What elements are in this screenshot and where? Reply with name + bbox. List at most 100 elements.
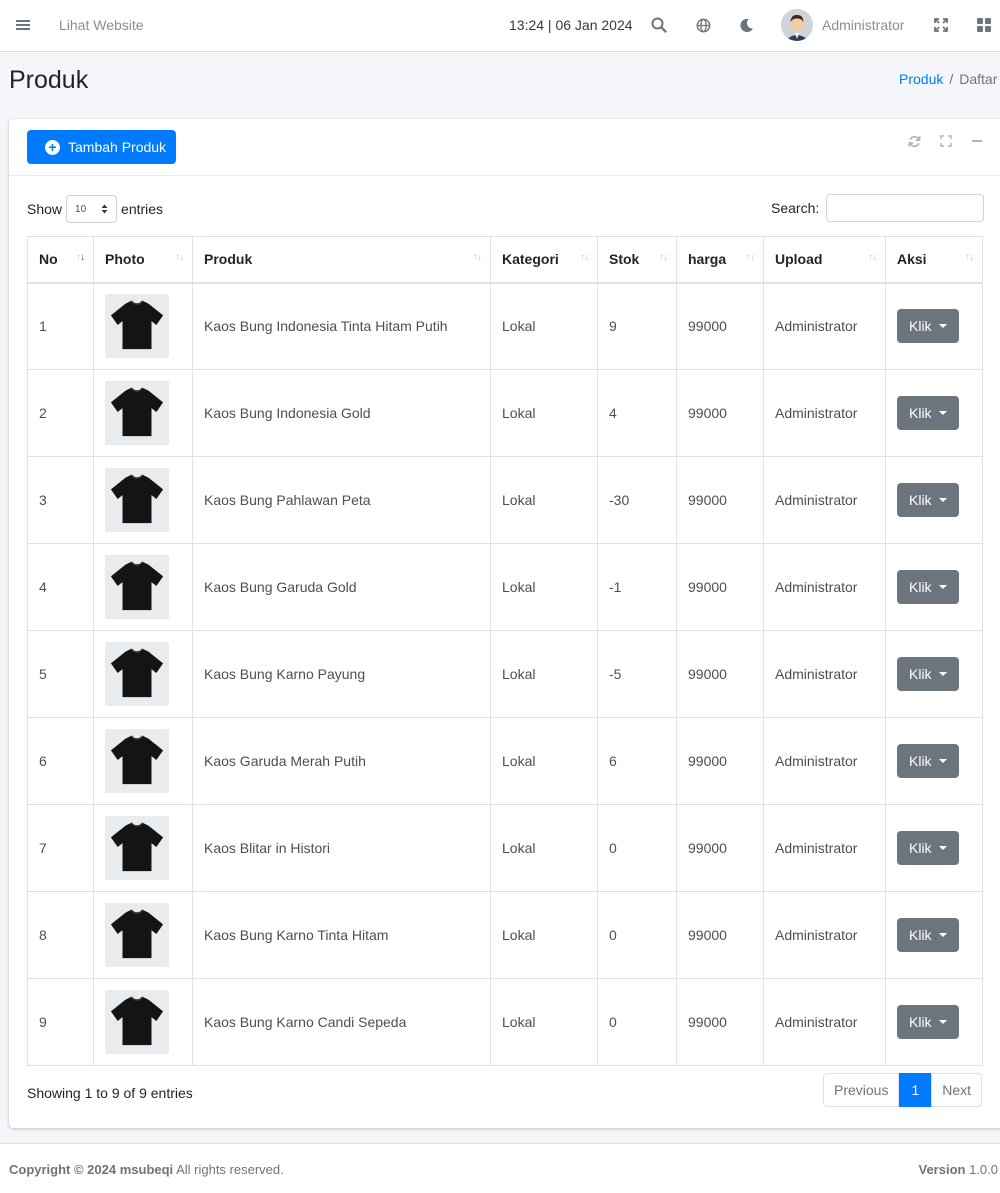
- row-uploader: Administrator: [763, 891, 886, 979]
- row-photo: [93, 282, 193, 370]
- row-uploader: Administrator: [763, 804, 886, 892]
- row-uploader: Administrator: [763, 456, 886, 544]
- column-header-harga[interactable]: harga ↑↓: [676, 236, 764, 284]
- avatar[interactable]: [781, 9, 813, 41]
- table-header-row: No ↑↓ Photo ↑↓ Produk ↑↓ Kategori ↑↓ Stok ↑↓ …: [27, 236, 983, 284]
- search-icon[interactable]: [649, 14, 669, 36]
- action-dropdown-button[interactable]: Klik: [897, 744, 959, 778]
- row-uploader: Administrator: [763, 369, 886, 457]
- row-product-name: Kaos Bung Karno Payung: [192, 630, 491, 718]
- pagination-next[interactable]: Next: [931, 1073, 983, 1107]
- globe-icon[interactable]: [693, 14, 713, 36]
- sort-icon: ↑↓: [580, 252, 589, 263]
- row-product-name: Kaos Bung Indonesia Gold: [192, 369, 491, 457]
- row-stock: -30: [597, 456, 677, 544]
- moon-icon[interactable]: [736, 14, 756, 36]
- action-dropdown-button[interactable]: Klik: [897, 396, 959, 430]
- action-dropdown-button[interactable]: Klik: [897, 309, 959, 344]
- row-uploader: Administrator: [763, 630, 886, 718]
- row-action: Klik: [885, 978, 983, 1066]
- row-price: 99000: [676, 630, 764, 718]
- refresh-icon[interactable]: [906, 133, 922, 149]
- menu-icon[interactable]: [16, 18, 30, 32]
- row-no: 4: [27, 543, 94, 631]
- tshirt-icon: [108, 992, 166, 1053]
- tshirt-icon: [108, 470, 166, 531]
- row-product-name: Kaos Bung Indonesia Tinta Hitam Putih: [192, 282, 491, 370]
- row-no: 6: [27, 717, 94, 805]
- pagination-previous[interactable]: Previous: [823, 1073, 900, 1107]
- table-row: 6 Kaos Garuda Merah Putih Lokal 6 99000 Admin…: [27, 717, 983, 805]
- tshirt-icon: [108, 644, 166, 705]
- table-info: Showing 1 to 9 of 9 entries: [27, 1085, 193, 1101]
- row-stock: 9: [597, 282, 677, 370]
- action-dropdown-button[interactable]: Klik: [897, 483, 959, 517]
- action-dropdown-button[interactable]: Klik: [897, 570, 959, 604]
- copyright: Copyright © 2024 msubeqi All rights rese…: [9, 1162, 284, 1177]
- column-header-aksi[interactable]: Aksi ↑↓: [885, 236, 983, 284]
- product-card: + Tambah Produk Show 10 entries Search:: [9, 119, 1000, 1128]
- tshirt-icon: [108, 296, 166, 357]
- tshirt-icon: [108, 383, 166, 444]
- apps-grid-icon[interactable]: [974, 14, 994, 36]
- product-thumbnail: [105, 903, 169, 967]
- add-product-button[interactable]: + Tambah Produk: [27, 130, 176, 164]
- column-header-no[interactable]: No ↑↓: [27, 236, 94, 284]
- caret-down-icon: [938, 585, 947, 589]
- row-no: 9: [27, 978, 94, 1066]
- row-stock: 0: [597, 804, 677, 892]
- row-photo: [93, 804, 193, 892]
- row-photo: [93, 891, 193, 979]
- row-action: Klik: [885, 369, 983, 457]
- pagination-page-1[interactable]: 1: [899, 1073, 932, 1107]
- row-category: Lokal: [490, 978, 598, 1066]
- column-header-upload[interactable]: Upload ↑↓: [763, 236, 886, 284]
- product-thumbnail: [105, 381, 169, 445]
- row-no: 3: [27, 456, 94, 544]
- footer: Copyright © 2024 msubeqi All rights rese…: [0, 1143, 1000, 1193]
- page-length-select[interactable]: 10: [66, 195, 118, 223]
- column-header-stok[interactable]: Stok ↑↓: [597, 236, 677, 284]
- column-header-photo[interactable]: Photo ↑↓: [93, 236, 193, 284]
- user-name[interactable]: Administrator: [822, 17, 904, 33]
- row-uploader: Administrator: [763, 282, 886, 370]
- row-price: 99000: [676, 456, 764, 544]
- breadcrumb: Produk / Daftar: [899, 71, 997, 87]
- row-category: Lokal: [490, 630, 598, 718]
- breadcrumb-link-produk[interactable]: Produk: [899, 71, 943, 87]
- minimize-icon[interactable]: [969, 133, 985, 149]
- sort-icon: ↑↓: [868, 252, 877, 263]
- caret-down-icon: [938, 759, 947, 763]
- row-price: 99000: [676, 543, 764, 631]
- column-header-produk[interactable]: Produk ↑↓: [192, 236, 491, 284]
- row-price: 99000: [676, 369, 764, 457]
- version-info: Version 1.0.0: [918, 1162, 998, 1177]
- action-dropdown-button[interactable]: Klik: [897, 918, 959, 952]
- sort-icon: ↑↓: [965, 252, 974, 263]
- action-dropdown-button[interactable]: Klik: [897, 1005, 959, 1039]
- row-uploader: Administrator: [763, 543, 886, 631]
- search-input[interactable]: [826, 194, 985, 222]
- table-row: 4 Kaos Bung Garuda Gold Lokal -1 99000 Admini…: [27, 543, 983, 631]
- show-label: Show: [27, 201, 63, 217]
- page-length-value: 10: [75, 203, 87, 215]
- table-row: 3 Kaos Bung Pahlawan Peta Lokal -30 99000 Adm…: [27, 456, 983, 544]
- caret-down-icon: [938, 498, 947, 502]
- row-photo: [93, 630, 193, 718]
- entries-label: entries: [121, 201, 164, 217]
- copyright-owner: Copyright © 2024 msubeqi: [9, 1162, 174, 1177]
- row-photo: [93, 369, 193, 457]
- caret-down-icon: [938, 672, 947, 676]
- action-dropdown-button[interactable]: Klik: [897, 831, 959, 865]
- table-row: 2 Kaos Bung Indonesia Gold Lokal 4 99000 Admi…: [27, 369, 983, 457]
- row-price: 99000: [676, 978, 764, 1066]
- caret-down-icon: [938, 933, 947, 937]
- view-website-link[interactable]: Lihat Website: [59, 17, 144, 33]
- column-header-kategori[interactable]: Kategori ↑↓: [490, 236, 598, 284]
- row-price: 99000: [676, 891, 764, 979]
- expand-icon[interactable]: [938, 133, 954, 149]
- pagination: Previous 1 Next: [823, 1073, 983, 1107]
- action-dropdown-button[interactable]: Klik: [897, 657, 959, 691]
- fullscreen-icon[interactable]: [931, 14, 951, 36]
- row-product-name: Kaos Blitar in Histori: [192, 804, 491, 892]
